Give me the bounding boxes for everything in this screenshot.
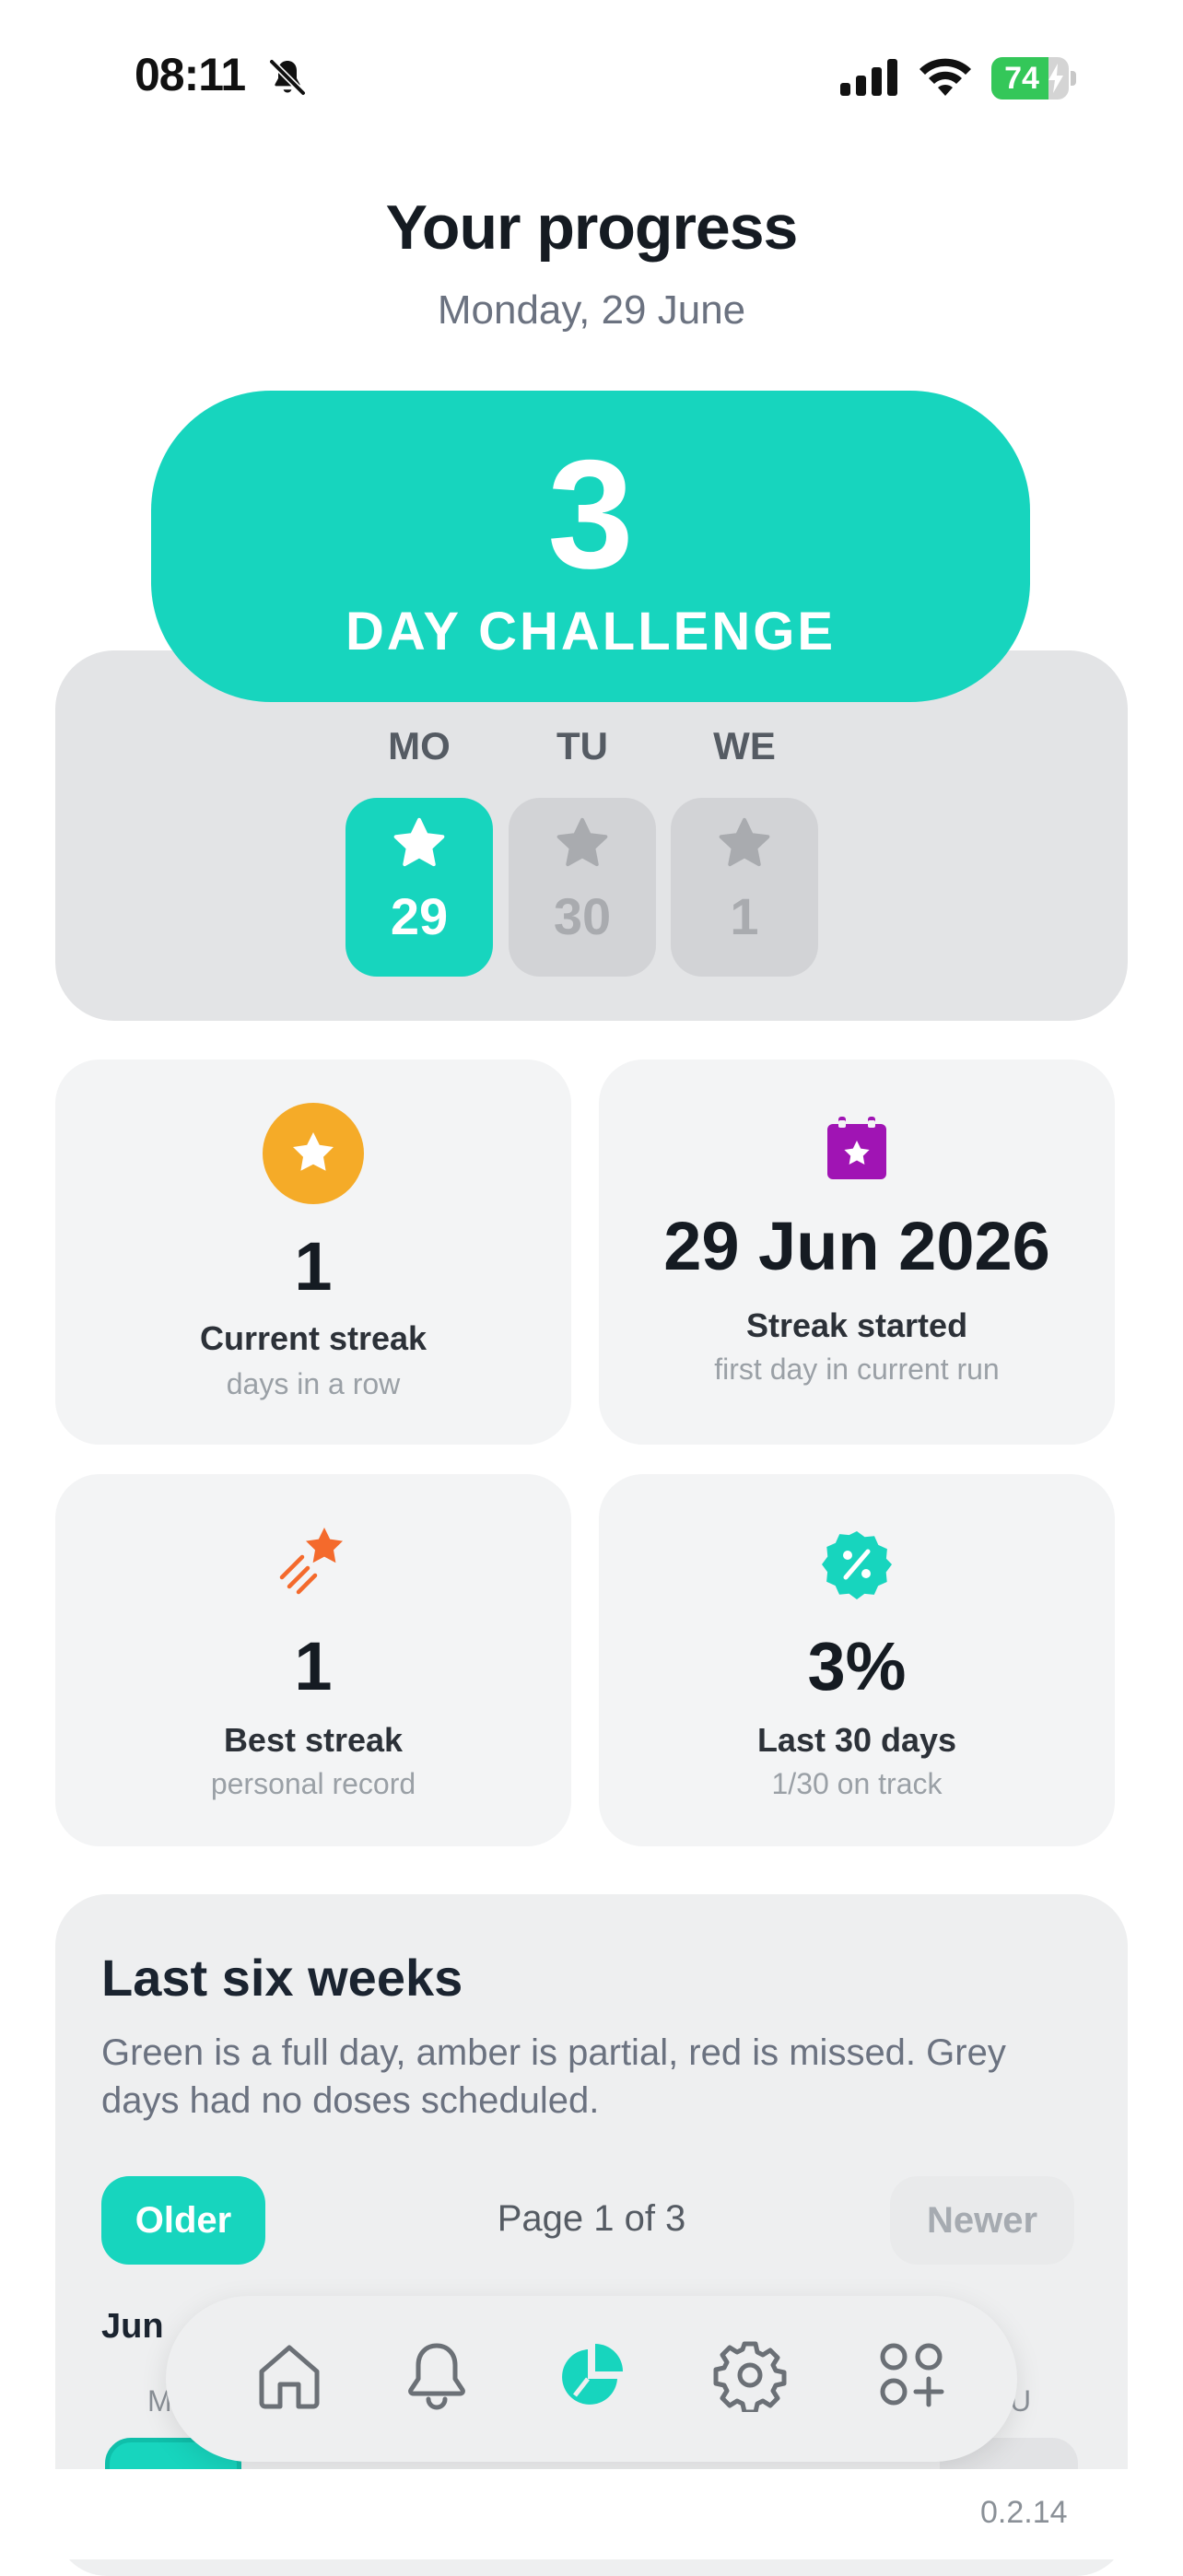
day-label: WE	[713, 724, 776, 767]
status-time: 08:11	[135, 49, 246, 100]
stat-label: Current streak	[199, 1319, 428, 1357]
day-label: TU	[556, 724, 608, 767]
stat-sub: personal record	[210, 1767, 416, 1800]
bell-slash-icon	[268, 58, 307, 97]
calendar-star-icon	[827, 1117, 886, 1179]
wifi-icon	[919, 58, 971, 96]
bell-icon[interactable]	[400, 2338, 474, 2412]
newer-button[interactable]: Newer	[890, 2176, 1074, 2265]
star-icon	[556, 817, 608, 867]
history-title: Last six weeks	[101, 1949, 463, 2007]
day-number: 29	[390, 887, 449, 945]
apps-add-icon[interactable]	[875, 2338, 949, 2412]
charging-bolt-icon	[1048, 64, 1063, 93]
day-label: MO	[388, 724, 451, 767]
page-date: Monday, 29 June	[437, 287, 746, 333]
pie-chart-icon[interactable]	[555, 2338, 628, 2412]
percent-badge-icon	[822, 1531, 892, 1599]
bottom-nav	[166, 2296, 1017, 2462]
best-streak-card: 1 Best streak personal record	[55, 1474, 571, 1846]
stat-label: Streak started	[745, 1306, 968, 1344]
day-number: 1	[730, 887, 759, 945]
stat-label: Best streak	[223, 1721, 404, 1759]
challenge-pill: 3 DAY CHALLENGE	[151, 391, 1030, 702]
stat-label: Last 30 days	[756, 1721, 957, 1759]
day-number: 30	[553, 887, 612, 945]
star-icon	[263, 1103, 364, 1204]
battery-percent: 74	[1004, 61, 1039, 96]
cellular-signal-icon	[840, 59, 897, 96]
challenge-label: DAY CHALLENGE	[345, 602, 837, 662]
star-icon	[719, 817, 770, 867]
current-streak-card: 1 Current streak days in a row	[55, 1060, 571, 1445]
last-30-days-card: 3% Last 30 days 1/30 on track	[599, 1474, 1115, 1846]
day-column-tu: TU 30	[509, 724, 656, 977]
day-tile[interactable]: 29	[346, 798, 493, 977]
star-icon	[393, 817, 445, 867]
history-description: Green is a full day, amber is partial, r…	[101, 2032, 1006, 2121]
stat-sub: first day in current run	[714, 1352, 1000, 1386]
stat-value: 1	[294, 1628, 333, 1704]
month-label: Jun	[101, 2307, 164, 2346]
battery-indicator: 74	[991, 57, 1076, 100]
stat-sub: 1/30 on track	[771, 1767, 943, 1800]
day-column-we: WE 1	[671, 724, 818, 977]
status-bar: 08:11 74	[0, 0, 1183, 157]
day-tile[interactable]: 1	[671, 798, 818, 977]
day-tile[interactable]: 30	[509, 798, 656, 977]
page-title: Your progress	[385, 193, 799, 263]
stat-value: 29 Jun 2026	[663, 1208, 1050, 1284]
stat-value: 3%	[807, 1628, 907, 1704]
stat-sub: days in a row	[226, 1367, 401, 1400]
app-version: 0.2.14	[980, 2495, 1068, 2530]
challenge-count: 3	[547, 427, 634, 601]
streak-started-card: 29 Jun 2026 Streak started first day in …	[599, 1060, 1115, 1445]
shooting-star-icon	[279, 1528, 343, 1595]
gear-icon[interactable]	[713, 2338, 787, 2412]
home-icon[interactable]	[252, 2338, 326, 2412]
stat-value: 1	[294, 1228, 333, 1305]
day-column-mo: MO 29	[346, 724, 493, 977]
